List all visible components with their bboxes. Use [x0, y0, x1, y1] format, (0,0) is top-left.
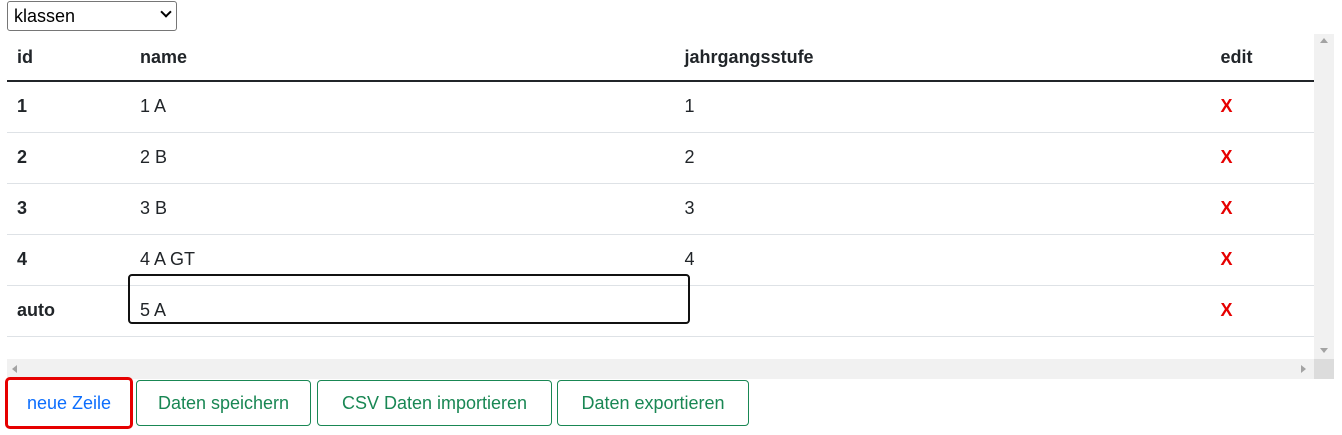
table-header-row: id name jahrgangsstufe edit — [7, 34, 1314, 82]
name-input-field[interactable]: 5 A — [128, 274, 691, 324]
import-csv-button[interactable]: CSV Daten importieren — [317, 380, 552, 426]
save-data-button[interactable]: Daten speichern — [136, 380, 311, 426]
column-header-id: id — [7, 34, 131, 82]
cell-id: 1 — [17, 96, 28, 117]
column-header-edit: edit — [1220, 34, 1314, 82]
cell-id: 2 — [17, 147, 28, 167]
cell-jahrgangsstufe[interactable] — [675, 285, 1221, 336]
export-data-button[interactable]: Daten exportieren — [557, 380, 749, 426]
scrollbar-corner — [1314, 359, 1334, 379]
table-row: 2 2 B 2 X — [7, 132, 1314, 183]
scroll-up-icon[interactable] — [1320, 38, 1328, 43]
delete-row-button[interactable]: X — [1221, 96, 1233, 116]
table-select[interactable]: klassen — [7, 1, 177, 31]
delete-row-button[interactable]: X — [1221, 198, 1233, 218]
table-row: 3 3 B 3 X — [7, 183, 1314, 234]
table-row: 1 1 A 1 X — [7, 81, 1314, 132]
vertical-scrollbar[interactable] — [1314, 34, 1334, 359]
column-header-name: name — [130, 34, 675, 82]
horizontal-scrollbar[interactable] — [7, 359, 1314, 379]
cell-name[interactable]: 1 A — [130, 81, 675, 132]
cell-jahrgangsstufe[interactable]: 2 — [675, 132, 1221, 183]
scroll-left-icon[interactable] — [12, 365, 17, 373]
delete-row-button[interactable]: X — [1221, 147, 1233, 167]
delete-row-button[interactable]: X — [1221, 300, 1233, 320]
cell-id: auto — [17, 300, 55, 320]
column-header-jahrgangsstufe: jahrgangsstufe — [674, 34, 1221, 82]
new-row-button[interactable]: neue Zeile — [5, 377, 133, 429]
cell-name[interactable]: 3 B — [130, 183, 675, 234]
data-table-container: id name jahrgangsstufe edit 1 1 A 1 X 2 … — [7, 34, 1314, 359]
cell-jahrgangsstufe[interactable]: 1 — [675, 81, 1221, 132]
scroll-down-icon[interactable] — [1320, 348, 1328, 353]
cell-jahrgangsstufe[interactable]: 4 — [675, 234, 1221, 285]
table-select-value: klassen — [14, 6, 76, 26]
cell-name[interactable]: 2 B — [130, 132, 675, 183]
name-input-focus-border — [128, 274, 691, 324]
cell-id: 4 — [17, 249, 28, 269]
cell-id: 3 — [17, 198, 28, 218]
delete-row-button[interactable]: X — [1221, 249, 1233, 269]
chevron-down-icon — [160, 6, 172, 18]
data-table: id name jahrgangsstufe edit 1 1 A 1 X 2 … — [7, 34, 1314, 337]
cell-jahrgangsstufe[interactable]: 3 — [675, 183, 1221, 234]
table-row: auto 5 A X — [7, 274, 1314, 336]
scroll-right-icon[interactable] — [1301, 365, 1306, 373]
